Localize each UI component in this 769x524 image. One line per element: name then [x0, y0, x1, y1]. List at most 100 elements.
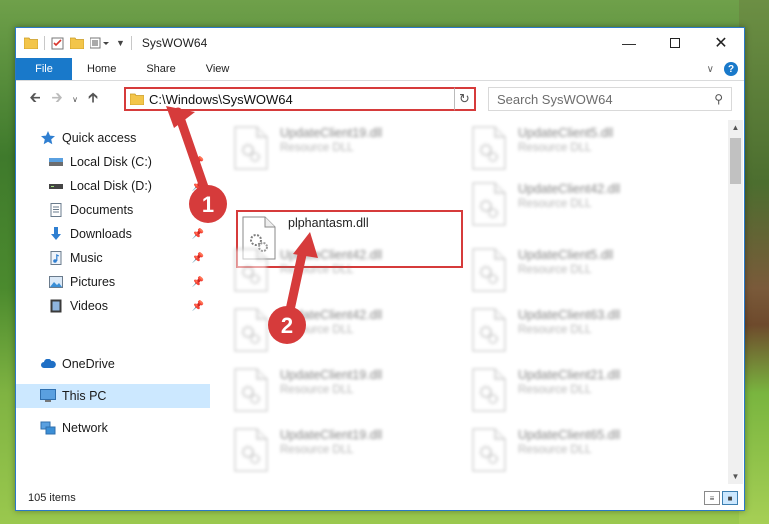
pin-icon[interactable]: 📌	[192, 157, 204, 168]
sidebar-item-label: Local Disk (D:)	[70, 179, 152, 193]
file-meta: UpdateClient5.dll Resource DLL	[518, 248, 613, 276]
pin-icon[interactable]: 📌	[192, 277, 204, 288]
search-input[interactable]: Search SysWOW64	[497, 92, 613, 107]
folder-icon	[130, 93, 144, 105]
file-tile[interactable]: UpdateClient63.dll Resource DLL	[472, 308, 698, 366]
cloud-icon	[40, 357, 56, 371]
folder-icon	[24, 37, 38, 49]
help-icon[interactable]: ?	[724, 62, 738, 76]
file-meta: UpdateClient19.dll Resource DLL	[280, 368, 382, 396]
sidebar-item-network[interactable]: Network	[16, 416, 210, 440]
large-icons-view-button[interactable]: ■	[722, 491, 738, 505]
sidebar-item-music[interactable]: Music 📌	[16, 246, 210, 270]
arrow-up-icon: 🡱	[87, 89, 99, 105]
file-type: Resource DLL	[518, 198, 592, 210]
file-meta: UpdateClient42.dll Resource DLL	[280, 308, 382, 336]
sidebar-item-videos[interactable]: Videos 📌	[16, 294, 210, 318]
file-name: UpdateClient19.dll	[280, 368, 383, 382]
back-button[interactable]: 🡰	[24, 88, 46, 110]
tab-share[interactable]: Share	[131, 58, 190, 80]
dll-file-icon	[234, 248, 268, 292]
navigation-bar: 🡰 🡲 ∨ 🡱 C:\Windows\SysWOW64 ∨ ↻ Search S…	[16, 82, 744, 116]
maximize-icon	[670, 38, 680, 48]
new-folder-icon[interactable]	[70, 37, 84, 49]
arrow-right-icon: 🡲	[51, 89, 63, 105]
tab-file[interactable]: File	[16, 58, 72, 80]
tab-view[interactable]: View	[191, 58, 245, 80]
minimize-button[interactable]: —	[606, 28, 652, 58]
customize-qat-icon[interactable]	[90, 37, 110, 49]
file-name: plphantasm.dll	[288, 216, 369, 230]
file-tile[interactable]: UpdateClient42.dll Resource DLL	[234, 248, 460, 306]
status-bar: 105 items ≡ ■	[16, 486, 744, 510]
sidebar-item-documents[interactable]: Documents 📌	[16, 198, 210, 222]
sidebar-item-label: OneDrive	[62, 357, 115, 371]
up-button[interactable]: 🡱	[82, 88, 104, 110]
tab-home[interactable]: Home	[72, 58, 131, 80]
pin-icon[interactable]: 📌	[192, 229, 204, 240]
sidebar-item-this-pc[interactable]: This PC	[16, 384, 210, 408]
minimize-icon: —	[622, 35, 636, 51]
maximize-button[interactable]	[652, 28, 698, 58]
close-button[interactable]: ✕	[698, 28, 744, 58]
expand-ribbon-icon[interactable]: ∨	[707, 64, 714, 75]
video-icon	[48, 299, 64, 313]
vertical-scrollbar[interactable]: ▲ ▼	[728, 120, 743, 484]
file-tile[interactable]: UpdateClient5.dll Resource DLL	[472, 126, 698, 184]
file-tile[interactable]: UpdateClient19.dll Resource DLL	[234, 428, 460, 486]
ribbon-tabs: File Home Share View ∨ ?	[16, 58, 744, 81]
refresh-icon: ↻	[459, 91, 470, 106]
dll-file-icon	[234, 126, 268, 170]
properties-icon[interactable]	[51, 37, 64, 50]
file-tile[interactable]: UpdateClient42.dll Resource DLL	[234, 308, 460, 366]
dll-file-icon	[234, 308, 268, 352]
sidebar-item-quick-access[interactable]: Quick access	[16, 126, 210, 150]
toolbar-divider	[130, 36, 132, 50]
file-tile[interactable]: UpdateClient19.dll Resource DLL	[234, 368, 460, 426]
scroll-down-arrow-icon[interactable]: ▼	[728, 469, 743, 484]
document-icon	[48, 203, 64, 217]
sidebar-item-label: Music	[70, 251, 103, 265]
drive-icon	[48, 155, 64, 169]
music-icon	[48, 251, 64, 265]
pin-icon[interactable]: 📌	[192, 205, 204, 216]
dll-file-icon	[472, 368, 506, 412]
sidebar-item-label: Quick access	[62, 131, 137, 145]
chevron-down-icon[interactable]: ▼	[116, 38, 125, 48]
window-title: SysWOW64	[141, 36, 208, 50]
sidebar-item-onedrive[interactable]: OneDrive	[16, 352, 210, 376]
sidebar-item-downloads[interactable]: Downloads 📌	[16, 222, 210, 246]
address-bar[interactable]: C:\Windows\SysWOW64 ∨	[124, 87, 476, 111]
close-icon: ✕	[714, 35, 728, 52]
pin-icon[interactable]: 📌	[192, 301, 204, 312]
network-icon	[40, 421, 56, 435]
search-box[interactable]: Search SysWOW64 ⚲	[488, 87, 732, 111]
file-name: UpdateClient5.dll	[518, 126, 614, 140]
file-type: Resource DLL	[280, 142, 354, 154]
details-view-button[interactable]: ≡	[704, 491, 720, 505]
forward-button[interactable]: 🡲	[46, 88, 68, 110]
file-type: Resource DLL	[518, 444, 592, 456]
pin-icon[interactable]: 📌	[192, 253, 204, 264]
scroll-up-arrow-icon[interactable]: ▲	[728, 120, 743, 135]
arrow-left-icon: 🡰	[29, 89, 41, 105]
file-tile[interactable]: UpdateClient65.dll Resource DLL	[472, 428, 698, 486]
address-path[interactable]: C:\Windows\SysWOW64	[149, 92, 293, 107]
sidebar-item-local-disk-c[interactable]: Local Disk (C:) 📌	[16, 150, 210, 174]
file-tile[interactable]: UpdateClient42.dll Resource DLL	[472, 182, 698, 240]
scroll-thumb[interactable]	[730, 138, 741, 184]
details-view-icon: ≡	[709, 493, 715, 503]
pictures-icon	[48, 275, 64, 289]
file-name: UpdateClient42.dll	[280, 308, 383, 322]
sidebar-item-local-disk-d[interactable]: Local Disk (D:) 📌	[16, 174, 210, 198]
sidebar-item-label: Downloads	[70, 227, 132, 241]
recent-locations-button[interactable]: ∨	[68, 88, 82, 110]
pin-icon[interactable]: 📌	[192, 181, 204, 192]
file-type: Resource DLL	[280, 384, 354, 396]
file-tile[interactable]: UpdateClient19.dll Resource DLL	[234, 126, 460, 184]
refresh-button[interactable]: ↻	[454, 87, 476, 111]
file-tile[interactable]: UpdateClient21.dll Resource DLL	[472, 368, 698, 426]
file-tile[interactable]: UpdateClient5.dll Resource DLL	[472, 248, 698, 306]
dll-file-icon	[234, 428, 268, 472]
sidebar-item-pictures[interactable]: Pictures 📌	[16, 270, 210, 294]
